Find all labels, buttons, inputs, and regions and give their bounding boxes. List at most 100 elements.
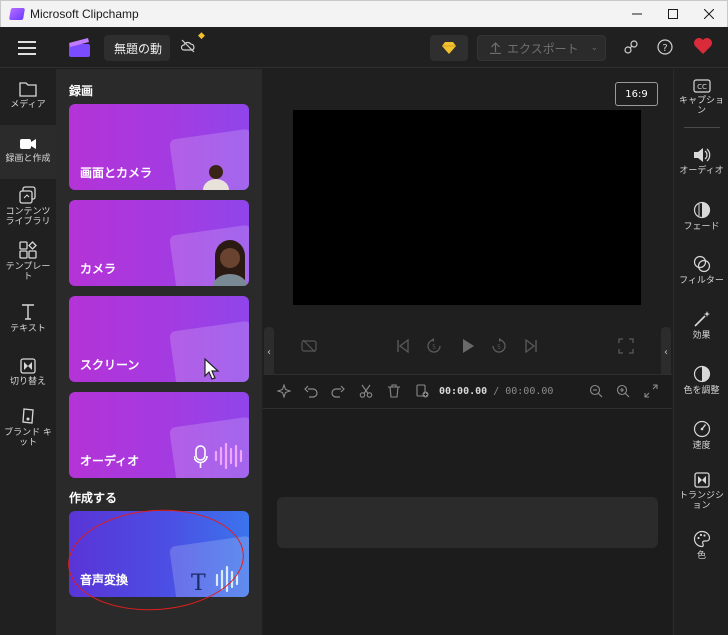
- timeline-area: 00:00.00 / 00:00.00: [263, 374, 672, 635]
- sidebar-item-transitions[interactable]: 切り替え: [0, 358, 56, 387]
- library-icon: [19, 186, 36, 204]
- menu-icon[interactable]: [18, 41, 36, 55]
- person-thumbnail-icon: [213, 240, 247, 286]
- timeline-track[interactable]: [277, 497, 658, 548]
- camera-card[interactable]: カメラ: [69, 200, 249, 286]
- screen-and-camera-label: 画面とカメラ: [80, 166, 153, 180]
- redo-icon[interactable]: [331, 384, 345, 398]
- video-camera-icon: [20, 139, 36, 149]
- audio-card[interactable]: オーディオ: [69, 392, 249, 478]
- contrast-icon: [693, 365, 710, 383]
- collapse-right-panel-button[interactable]: ‹: [661, 327, 671, 377]
- svg-text:5: 5: [497, 344, 501, 351]
- timecode-display: 00:00.00 / 00:00.00: [439, 386, 553, 397]
- maximize-button[interactable]: [655, 1, 691, 27]
- sidebar-item-record-create[interactable]: 録画と作成: [0, 125, 56, 179]
- transition-icon: [693, 472, 710, 488]
- text-to-speech-label: 音声変換: [80, 573, 129, 587]
- sidebar-item-content-library[interactable]: コンテンツ ライブラリ: [0, 186, 56, 227]
- video-canvas[interactable]: [293, 110, 641, 305]
- text-to-speech-card[interactable]: T 音声変換: [69, 511, 249, 597]
- chevron-left-icon: ‹: [664, 346, 668, 358]
- clipchamp-logo-icon: [69, 38, 90, 57]
- zoom-in-icon[interactable]: [616, 384, 630, 398]
- screen-label: スクリーン: [80, 358, 140, 372]
- clipchamp-app-icon: [8, 8, 26, 20]
- svg-text:?: ?: [662, 43, 667, 54]
- preview-area: 16:9 ‹ ‹ 5 5: [263, 69, 672, 377]
- cloud-off-icon[interactable]: [180, 38, 196, 54]
- heart-icon[interactable]: [693, 37, 713, 55]
- export-button[interactable]: エクスポート ⌄: [477, 35, 606, 61]
- add-media-icon[interactable]: [415, 384, 429, 398]
- templates-icon: [19, 241, 37, 259]
- sidebar-item-speed[interactable]: 速度: [674, 420, 728, 451]
- chevron-down-icon: ⌄: [590, 43, 599, 53]
- project-title-input[interactable]: 無題の動: [104, 35, 170, 61]
- screen-and-camera-card[interactable]: 画面とカメラ: [69, 104, 249, 190]
- app-header: 無題の動 ◆ エクスポート ⌄ ?: [0, 27, 728, 68]
- speedometer-icon: [693, 420, 710, 438]
- sidebar-item-filters[interactable]: フィルター: [674, 255, 728, 286]
- camera-off-icon[interactable]: [301, 338, 317, 354]
- chevron-left-icon: ‹: [267, 346, 271, 358]
- sidebar-item-captions[interactable]: CC キャプショ ン: [674, 79, 728, 116]
- text-icon: [22, 304, 34, 320]
- record-create-panel: 録画 画面とカメラ カメラ スクリーン オーディオ 作成する T 音声変換: [56, 69, 262, 635]
- skip-forward-icon[interactable]: [523, 338, 539, 354]
- sidebar-item-color[interactable]: 色: [674, 530, 728, 561]
- sidebar-item-brand-kit[interactable]: ブランド キ ット: [0, 407, 56, 448]
- window-titlebar: Microsoft Clipchamp: [0, 0, 728, 27]
- brand-kit-icon: [22, 408, 34, 424]
- export-label: エクスポート: [507, 41, 579, 56]
- cursor-icon: [204, 358, 220, 380]
- sidebar-item-effects[interactable]: 効果: [674, 310, 728, 341]
- sidebar-item-media[interactable]: メディア: [0, 81, 56, 110]
- minimize-icon: [632, 13, 642, 15]
- minimize-button[interactable]: [619, 1, 655, 27]
- collapse-left-panel-button[interactable]: ‹: [264, 327, 274, 377]
- premium-button[interactable]: [430, 35, 468, 61]
- undo-icon[interactable]: [304, 384, 318, 398]
- timeline-toolbar: 00:00.00 / 00:00.00: [263, 375, 672, 409]
- trash-icon[interactable]: [387, 384, 401, 398]
- captions-icon: CC: [692, 79, 711, 93]
- window-title: Microsoft Clipchamp: [30, 7, 139, 21]
- audio-label: オーディオ: [80, 454, 140, 468]
- palette-icon: [693, 530, 710, 548]
- scissors-icon[interactable]: [359, 384, 373, 398]
- rewind-5s-icon[interactable]: 5: [426, 338, 442, 354]
- svg-text:5: 5: [432, 344, 436, 351]
- zoom-out-icon[interactable]: [589, 384, 603, 398]
- share-people-icon[interactable]: [623, 39, 639, 55]
- svg-text:T: T: [191, 571, 206, 595]
- play-icon[interactable]: [460, 338, 476, 354]
- sidebar-item-adjust-colors[interactable]: 色を調整: [674, 365, 728, 396]
- sidebar-item-transitions[interactable]: トランジシ ョン: [674, 472, 728, 511]
- svg-text:CC: CC: [697, 83, 707, 91]
- left-sidebar: メディア 録画と作成 コンテンツ ライブラリ テンプレー ト テキスト 切り替え…: [0, 69, 56, 635]
- sidebar-item-fade[interactable]: フェード: [674, 201, 728, 232]
- total-time: / 00:00.00: [493, 386, 554, 397]
- maximize-icon: [668, 9, 678, 19]
- fade-icon: [693, 201, 710, 219]
- premium-badge-icon: ◆: [198, 31, 205, 41]
- close-button[interactable]: [691, 1, 727, 27]
- sidebar-item-templates[interactable]: テンプレー ト: [0, 241, 56, 282]
- microphone-waveform-icon: [194, 442, 243, 470]
- skip-back-icon[interactable]: [395, 338, 411, 354]
- close-icon: [704, 9, 714, 19]
- screen-card[interactable]: スクリーン: [69, 296, 249, 382]
- fit-timeline-icon[interactable]: [644, 384, 658, 398]
- fullscreen-icon[interactable]: [618, 338, 634, 354]
- forward-5s-icon[interactable]: 5: [491, 338, 507, 354]
- magic-sparkle-icon[interactable]: [277, 384, 291, 398]
- help-icon[interactable]: ?: [657, 39, 673, 55]
- speaker-icon: [693, 148, 710, 162]
- sidebar-item-text[interactable]: テキスト: [0, 303, 56, 334]
- filters-icon: [693, 255, 710, 273]
- sidebar-item-audio[interactable]: オーディオ: [674, 147, 728, 176]
- current-time: 00:00.00: [439, 386, 488, 397]
- aspect-ratio-button[interactable]: 16:9: [615, 82, 658, 106]
- text-waveform-icon: T: [191, 565, 239, 595]
